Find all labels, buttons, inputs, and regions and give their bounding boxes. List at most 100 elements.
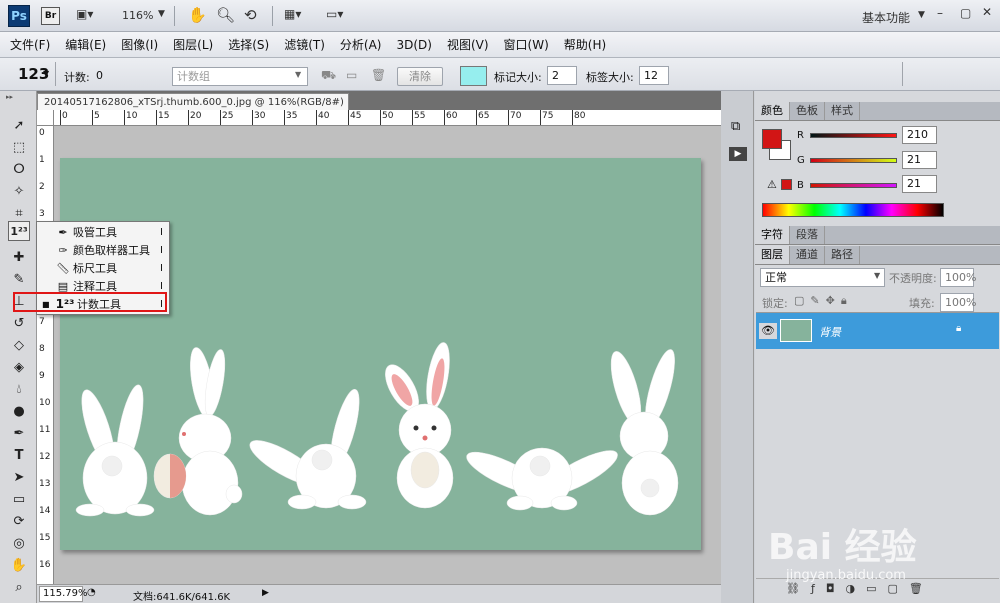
ruler-tick-label: 80 — [574, 111, 586, 121]
menu-3d[interactable]: 3D(D) — [396, 38, 431, 52]
chevron-down-icon[interactable]: ▼ — [918, 10, 925, 20]
color-swatch[interactable] — [460, 66, 487, 86]
tab-channels[interactable]: 通道 — [790, 246, 825, 264]
rotate-view-icon[interactable]: ⟲ — [244, 6, 257, 24]
out-of-gamut-warning-icon[interactable]: ⚠ — [767, 178, 777, 191]
zoom-level[interactable]: 116% — [122, 9, 153, 22]
b-slider[interactable] — [810, 183, 897, 188]
menu-view[interactable]: 视图(V) — [447, 36, 489, 53]
ruler-tick-label: 10 — [39, 398, 51, 408]
chevron-down-icon[interactable]: ▼ — [43, 69, 49, 78]
paint-bucket-icon[interactable]: ◈ — [8, 357, 30, 377]
3d-orbit-icon[interactable]: ◎ — [8, 533, 30, 553]
ruler-tick-label: 11 — [39, 425, 51, 435]
type-tool-icon[interactable]: T — [8, 445, 30, 465]
menu-layer[interactable]: 图层(L) — [173, 36, 213, 53]
menu-window[interactable]: 窗口(W) — [504, 36, 549, 53]
actions-panel-icon[interactable]: ▶ — [729, 147, 747, 161]
new-group-icon[interactable]: ▭ — [346, 68, 357, 82]
clear-button[interactable]: 清除 — [397, 67, 443, 86]
frame-icon[interactable]: ▣▾ — [76, 7, 93, 21]
tab-character[interactable]: 字符 — [755, 226, 790, 244]
g-value[interactable]: 21 — [902, 151, 937, 169]
tab-layers[interactable]: 图层 — [755, 246, 790, 264]
color-spectrum-bar[interactable] — [762, 203, 944, 217]
foreground-color-swatch[interactable] — [762, 129, 782, 149]
hand-tool-icon[interactable]: ✋ — [188, 6, 207, 24]
tab-swatches[interactable]: 色板 — [790, 102, 825, 120]
status-zoom[interactable]: 115.79% — [39, 586, 88, 602]
eye-icon[interactable]: 👁︎ — [759, 323, 777, 339]
crop-tool-icon[interactable]: ⌗ — [8, 203, 30, 223]
shape-tool-icon[interactable]: ▭ — [8, 489, 30, 509]
chevron-down-icon[interactable]: ▼ — [158, 9, 165, 19]
menu-filter[interactable]: 滤镜(T) — [284, 36, 325, 53]
maximize-icon[interactable]: ▢ — [960, 6, 971, 20]
fill-input[interactable]: 100% — [940, 293, 976, 312]
magic-wand-icon[interactable]: ✧ — [8, 181, 30, 201]
minimize-icon[interactable]: – — [937, 6, 943, 20]
pen-tool-icon[interactable]: ✒ — [8, 423, 30, 443]
ruler-tick-label: 50 — [382, 111, 394, 121]
marker-size-input[interactable]: 2 — [547, 66, 577, 85]
zoom-tool-icon[interactable]: ⌕ — [8, 577, 30, 597]
history-panel-icon[interactable]: ⧉ — [731, 119, 740, 134]
flyout-item-eyedropper[interactable]: ✒ 吸管工具 I — [37, 223, 169, 241]
move-tool-icon[interactable]: ➚ — [8, 115, 30, 135]
ruler-tick-label: 15 — [39, 533, 51, 543]
marquee-tool-icon[interactable]: ⬚ — [8, 137, 30, 157]
ruler-tick-label: 2 — [39, 182, 45, 192]
menu-help[interactable]: 帮助(H) — [564, 36, 606, 53]
document-tab[interactable]: 20140517162806_xTSrj.thumb.600_0.jpg @ 1… — [37, 93, 349, 125]
chevron-down-icon[interactable]: ▼ — [295, 70, 301, 79]
gamut-color-chip[interactable] — [781, 179, 792, 190]
lasso-tool-icon[interactable]: ⵔ — [8, 159, 30, 179]
delete-group-icon[interactable]: 🗑︎ — [371, 68, 386, 82]
menu-file[interactable]: 文件(F) — [10, 36, 50, 53]
tab-paths[interactable]: 路径 — [825, 246, 860, 264]
flyout-item-color-sampler[interactable]: ✑ 颜色取样器工具 I — [37, 241, 169, 259]
workspace-switcher[interactable]: 基本功能 — [862, 9, 910, 26]
arrange-documents-icon[interactable]: ▦▾ — [284, 7, 301, 21]
tab-styles[interactable]: 样式 — [825, 102, 860, 120]
g-slider[interactable] — [810, 158, 897, 163]
dodge-tool-icon[interactable]: ● — [8, 401, 30, 421]
count-tool-icon[interactable]: 1²³ — [8, 221, 30, 241]
toggle-visibility-icon[interactable]: ⛟ — [321, 68, 336, 84]
history-brush-icon[interactable]: ↺ — [8, 313, 30, 333]
menu-edit[interactable]: 编辑(E) — [65, 36, 106, 53]
menu-analysis[interactable]: 分析(A) — [340, 36, 382, 53]
screen-mode-icon[interactable]: ▭▾ — [326, 7, 343, 21]
status-info-icon[interactable]: ◔ — [87, 587, 96, 598]
hand-tool-icon[interactable]: ✋ — [8, 555, 30, 575]
r-slider[interactable] — [810, 133, 897, 138]
tab-paragraph[interactable]: 段落 — [790, 226, 825, 244]
menu-select[interactable]: 选择(S) — [228, 36, 269, 53]
close-icon[interactable]: ✕ — [982, 5, 992, 19]
lock-icons[interactable]: ▢✎✥🔒︎ — [794, 294, 853, 308]
blur-tool-icon[interactable]: 💧︎ — [8, 379, 30, 399]
count-group-select[interactable]: 计数组 — [172, 67, 308, 86]
zoom-tool-icon[interactable]: 🔍︎ — [216, 6, 235, 24]
opacity-input[interactable]: 100% — [940, 268, 976, 287]
menu-image[interactable]: 图像(I) — [121, 36, 158, 53]
eraser-tool-icon[interactable]: ◇ — [8, 335, 30, 355]
3d-rotate-icon[interactable]: ⟳ — [8, 511, 30, 531]
b-value[interactable]: 21 — [902, 175, 937, 193]
shortcut-key: I — [160, 226, 163, 238]
blend-mode-select[interactable]: 正常 — [760, 268, 885, 287]
healing-brush-icon[interactable]: ✚ — [8, 247, 30, 267]
layer-row-background[interactable]: 👁︎ 背景 🔒︎ — [756, 313, 999, 349]
path-select-icon[interactable]: ➤ — [8, 467, 30, 487]
flyout-item-ruler[interactable]: 📏︎ 标尺工具 I — [37, 259, 169, 277]
bridge-button[interactable]: Br — [41, 7, 60, 25]
r-value[interactable]: 210 — [902, 126, 937, 144]
tab-color[interactable]: 颜色 — [755, 102, 790, 120]
canvas-image[interactable] — [60, 158, 701, 550]
status-menu-arrow-icon[interactable]: ▶ — [262, 588, 269, 598]
chevron-down-icon[interactable]: ▼ — [874, 271, 880, 280]
label-size-input[interactable]: 12 — [639, 66, 669, 85]
brush-tool-icon[interactable]: ✎ — [8, 269, 30, 289]
collapse-icon[interactable]: ▸▸ — [6, 93, 13, 101]
ruler-tick-mark — [476, 110, 477, 125]
